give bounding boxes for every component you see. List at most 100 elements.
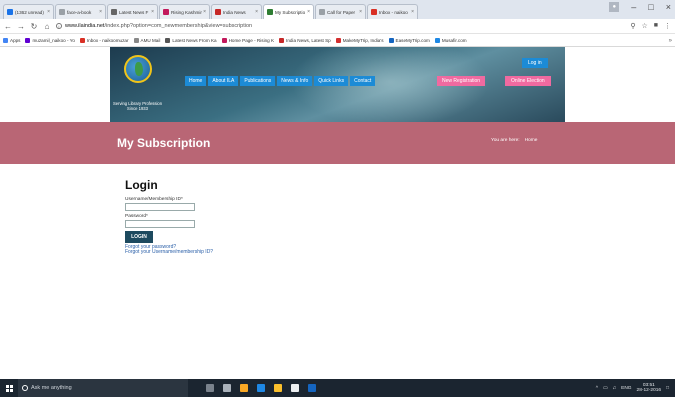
username-input[interactable] — [125, 203, 195, 211]
star-icon[interactable]: ☆ — [641, 22, 647, 30]
menu-item[interactable]: About ILA — [208, 76, 239, 86]
chevron-up-icon[interactable]: ^ — [596, 386, 598, 391]
taskbar-app-icon[interactable] — [274, 384, 282, 392]
clock[interactable]: 03:51 28-12-2016 — [637, 383, 662, 393]
taskbar: Ask me anything ^ ▭ ♫ ENG 03:51 28-12-20… — [0, 379, 675, 397]
browser-tab[interactable]: Rising Kashmir × — [159, 4, 210, 19]
login-button[interactable]: LOGIN — [125, 231, 153, 243]
bookmark-item[interactable]: Latest News From Ka — [165, 38, 217, 43]
bookmarks-bar: Apps muzamil_naikoo - Yo Inbox - naikoomuz… — [0, 35, 675, 47]
menu-item[interactable]: Home — [185, 76, 207, 86]
taskbar-app-icon[interactable] — [240, 384, 248, 392]
bookmark-label: EaseMyTrip.com — [395, 38, 430, 43]
menu-item[interactable]: Publications — [240, 76, 276, 86]
taskbar-app-icon[interactable] — [308, 384, 316, 392]
taskbar-app-icon[interactable] — [291, 384, 299, 392]
browser-tab[interactable]: Call for Paper × — [315, 4, 366, 19]
tab-close-icon[interactable]: × — [307, 9, 310, 15]
cortana-search[interactable]: Ask me anything — [18, 379, 188, 397]
home-icon[interactable]: ⌂ — [43, 22, 51, 31]
bookmark-item[interactable]: India News, Latest Sp — [279, 38, 331, 43]
windows-icon — [5, 384, 13, 392]
back-icon[interactable]: ← — [4, 22, 12, 31]
page-title-band: My Subscription You are here: Home — [0, 122, 675, 164]
tab-close-icon[interactable]: × — [411, 9, 414, 15]
info-icon[interactable]: i — [56, 23, 62, 29]
notification-icon[interactable]: □ — [666, 386, 669, 391]
menu-icon[interactable]: ⋮ — [664, 22, 671, 30]
taskbar-app-icon[interactable] — [223, 384, 231, 392]
breadcrumb-home-link[interactable]: Home — [525, 138, 538, 143]
online-election-button[interactable]: Online Election — [505, 76, 551, 86]
bookmark-label: muzamil_naikoo - Yo — [32, 38, 75, 43]
bookmark-item[interactable]: Musafir.com — [434, 38, 467, 43]
new-registration-button[interactable]: New Registration — [437, 76, 486, 86]
volume-icon[interactable]: ♫ — [613, 386, 617, 391]
browser-tab[interactable]: Inbox - naikoo × — [367, 4, 418, 19]
tab-close-icon[interactable]: × — [359, 9, 362, 15]
browser-toolbar: ← → ↻ ⌂ i www.ilaindia.net/index.php?opt… — [0, 19, 675, 34]
extension-icon[interactable]: ■ — [654, 22, 658, 30]
language-indicator[interactable]: ENG — [621, 386, 631, 391]
close-window-icon[interactable]: × — [666, 2, 671, 12]
bookmark-icon — [388, 38, 394, 43]
cortana-icon — [22, 385, 28, 391]
bookmark-icon — [221, 38, 227, 43]
start-button[interactable] — [0, 379, 18, 397]
minimize-icon[interactable]: – — [631, 2, 636, 12]
browser-tab[interactable]: (1362 unread) × — [3, 4, 54, 19]
bookmark-item[interactable]: EaseMyTrip.com — [388, 38, 430, 43]
tab-close-icon[interactable]: × — [255, 9, 258, 15]
browser-tab[interactable]: India News × — [211, 4, 262, 19]
zoom-icon[interactable]: ⚲ — [630, 22, 635, 30]
bookmark-item[interactable]: Inbox - naikoomuzar — [79, 38, 129, 43]
breadcrumb-prefix: You are here: — [491, 138, 520, 143]
bookmark-item[interactable]: MakeMyTrip, India's — [335, 38, 384, 43]
window-controls: ● – □ × — [609, 2, 671, 12]
tab-label: Call for Paper — [327, 9, 356, 15]
browser-tab[interactable]: face-a-book × — [55, 4, 106, 19]
taskbar-app-icon[interactable] — [206, 384, 214, 392]
browser-tab[interactable]: My Subscriptio × — [263, 4, 314, 19]
tab-label: Latest News F — [119, 9, 149, 15]
bookmark-icon — [25, 38, 31, 43]
tab-close-icon[interactable]: × — [99, 9, 102, 15]
tab-close-icon[interactable]: × — [151, 9, 154, 15]
browser-tab[interactable]: Latest News F × — [107, 4, 158, 19]
forgot-username-link[interactable]: Forgot your Username/membership ID? — [125, 250, 213, 255]
tab-label: (1362 unread) — [15, 9, 44, 15]
tab-favicon-icon — [163, 9, 169, 15]
tab-label: Rising Kashmir — [171, 9, 202, 15]
bookmarks-overflow-icon[interactable]: » — [669, 38, 672, 44]
log-in-button[interactable]: Log in — [522, 58, 548, 68]
bookmark-item[interactable]: AMU Mail — [133, 38, 160, 43]
tab-close-icon[interactable]: × — [47, 9, 50, 15]
ila-logo-icon[interactable] — [124, 55, 152, 83]
address-bar[interactable]: i www.ilaindia.net/index.php?option=com_… — [56, 21, 625, 32]
taskbar-app-icon[interactable] — [257, 384, 265, 392]
bookmark-label: Latest News From Ka — [172, 38, 217, 43]
taskbar-apps — [206, 384, 316, 392]
forward-icon[interactable]: → — [17, 22, 25, 31]
bookmark-item[interactable]: Home Page - Rising K — [221, 38, 275, 43]
password-input[interactable] — [125, 220, 195, 228]
menu-item[interactable]: News & Info — [277, 76, 313, 86]
menu-item[interactable]: Contact — [350, 76, 376, 86]
main-menu: Home About ILA Publications News & Info Quic… — [185, 76, 376, 86]
bookmark-label: Apps — [10, 38, 21, 43]
bookmark-label: Home Page - Rising K — [228, 38, 275, 43]
maximize-icon[interactable]: □ — [648, 2, 653, 12]
menu-item[interactable]: Quick Links — [314, 76, 349, 86]
bookmark-label: Musafir.com — [441, 38, 467, 43]
bookmark-label: Inbox - naikoomuzar — [86, 38, 129, 43]
bookmark-item[interactable]: Apps — [3, 38, 20, 43]
tab-favicon-icon — [7, 9, 13, 15]
profile-icon[interactable]: ● — [609, 2, 620, 12]
site-tagline: Serving Library Profession Since 1933 — [112, 101, 163, 111]
reload-icon[interactable]: ↻ — [30, 22, 38, 31]
bookmark-item[interactable]: muzamil_naikoo - Yo — [25, 38, 75, 43]
tab-favicon-icon — [59, 9, 65, 15]
network-icon[interactable]: ▭ — [603, 386, 608, 391]
tab-close-icon[interactable]: × — [203, 9, 206, 15]
tab-favicon-icon — [111, 9, 117, 15]
